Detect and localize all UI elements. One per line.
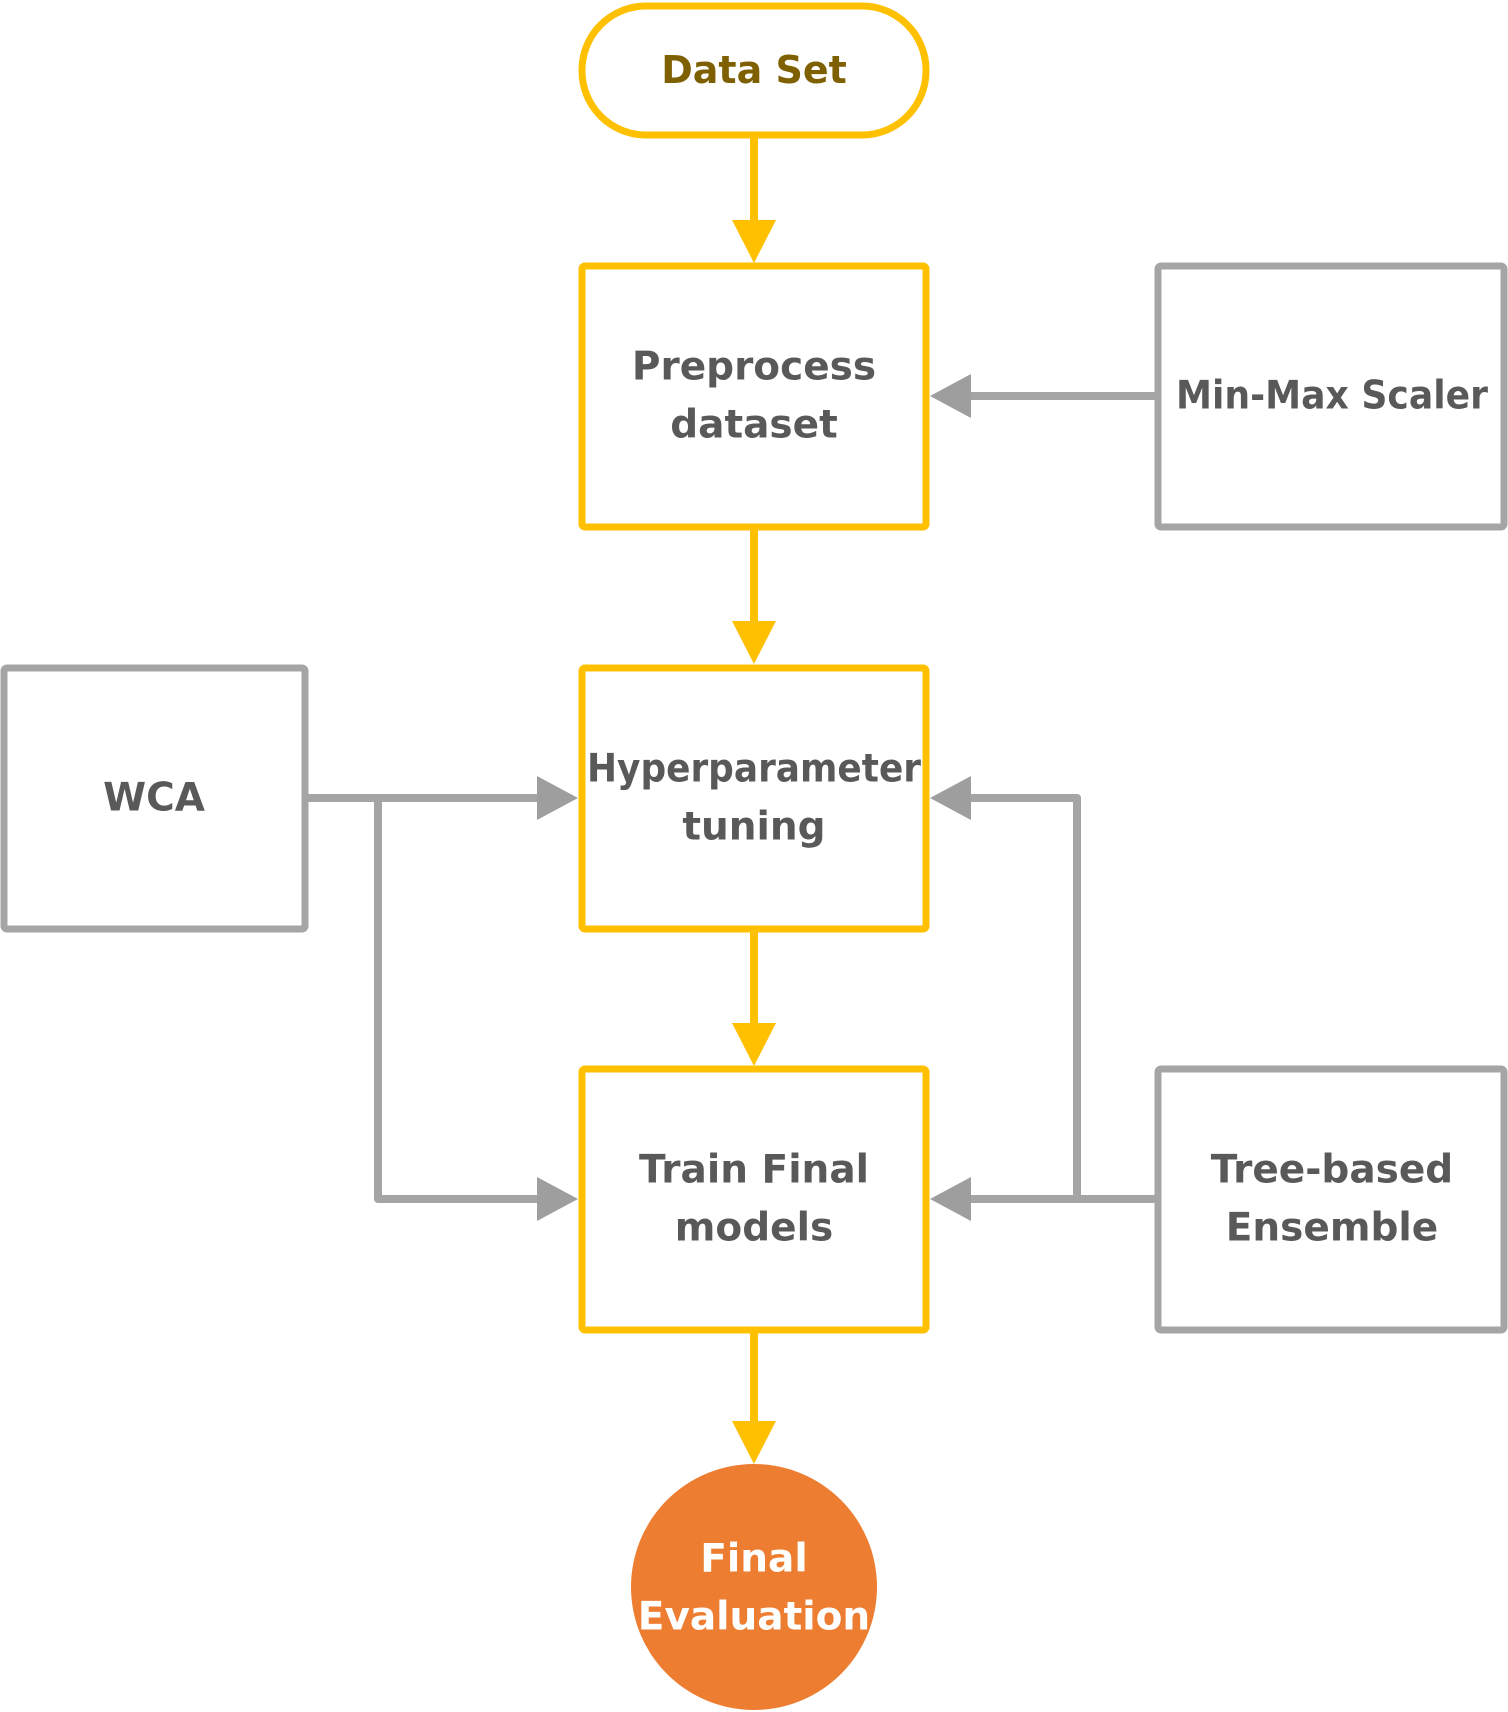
- arrowhead-right: [537, 1177, 578, 1221]
- preprocess-shape: [578, 262, 930, 531]
- edge-hyperparameter-to-train: [732, 932, 776, 1066]
- arrowhead-down: [732, 1023, 776, 1066]
- arrowhead-right: [537, 776, 578, 820]
- train-final-label-line-2: models: [675, 1206, 833, 1251]
- node-min-max-scaler[interactable]: Min-Max Scaler: [1154, 262, 1508, 531]
- wca-label: WCA: [103, 776, 205, 821]
- final-evaluation-label-line-2: Evaluation: [638, 1595, 870, 1640]
- preprocess-label-line-1: Preprocess: [632, 345, 876, 390]
- train-final-shape: [578, 1065, 930, 1334]
- preprocess-label-line-2: dataset: [670, 403, 838, 448]
- hyperparameter-label-line-1: Hyperparameter: [587, 747, 922, 792]
- final-evaluation-label-line-1: Final: [700, 1537, 807, 1582]
- arrowhead-down: [732, 220, 776, 263]
- train-final-label-line-1: Train Final: [639, 1148, 869, 1193]
- data-set-label: Data Set: [661, 48, 847, 92]
- arrowhead-left: [930, 374, 971, 418]
- edge-dataset-to-preprocess: [732, 137, 776, 263]
- hyperparameter-shape: [578, 664, 930, 933]
- edge-minmax-to-preprocess: [930, 374, 1155, 418]
- tree-based-label-line-1: Tree-based: [1211, 1148, 1453, 1193]
- arrowhead-down: [732, 621, 776, 664]
- node-final-evaluation[interactable]: Final Evaluation: [631, 1464, 877, 1710]
- node-preprocess-dataset[interactable]: Preprocess dataset: [578, 262, 930, 531]
- arrowhead-left: [930, 776, 971, 820]
- node-data-set[interactable]: Data Set: [578, 2, 930, 139]
- flowchart: Data Set Preprocess dataset Hyperparamet…: [0, 2, 1508, 1710]
- arrowhead-down: [732, 1421, 776, 1464]
- edge-wca-to-train: [374, 798, 578, 1221]
- tree-based-shape: [1154, 1065, 1508, 1334]
- arrowhead-left: [930, 1177, 971, 1221]
- edge-preprocess-to-hyperparameter: [732, 530, 776, 664]
- node-hyperparameter-tuning[interactable]: Hyperparameter tuning: [578, 664, 930, 933]
- edge-wca-to-hyperparameter: [301, 776, 578, 820]
- final-evaluation-shape: [631, 1464, 877, 1710]
- node-train-final-models[interactable]: Train Final models: [578, 1065, 930, 1334]
- edge-train-to-evaluation: [732, 1333, 776, 1464]
- node-wca[interactable]: WCA: [0, 664, 309, 933]
- hyperparameter-label-line-2: tuning: [682, 805, 825, 850]
- edge-tree-to-hyperparameter: [930, 776, 1081, 1199]
- edge-tree-to-train: [930, 1177, 1158, 1221]
- tree-based-label-line-2: Ensemble: [1226, 1206, 1438, 1251]
- node-tree-based-ensemble[interactable]: Tree-based Ensemble: [1154, 1065, 1508, 1334]
- min-max-scaler-label: Min-Max Scaler: [1176, 374, 1489, 419]
